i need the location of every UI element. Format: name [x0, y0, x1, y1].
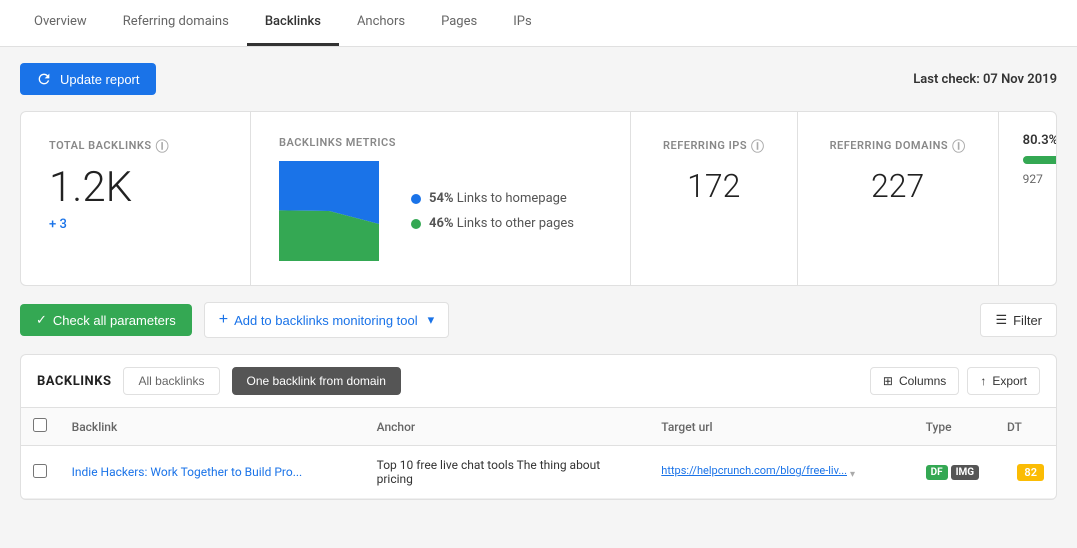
backlinks-metrics-box: BACKLINKS METRICS 54% Links to homepage — [251, 112, 631, 285]
filter-button[interactable]: ☰ Filter — [980, 303, 1057, 337]
pie-chart — [279, 161, 379, 261]
pie-legend: 54% Links to homepage 46% Links to other… — [411, 191, 574, 231]
total-backlinks-box: TOTAL BACKLINKS ⓘ 1.2K + 3 — [21, 112, 251, 285]
dofollow-counts: 927 227 — [1023, 172, 1057, 186]
legend-dot-blue — [411, 194, 421, 204]
table-body: Indie Hackers: Work Together to Build Pr… — [21, 446, 1056, 499]
export-button[interactable]: ↑ Export — [967, 367, 1040, 395]
badge-img: IMG — [951, 465, 980, 480]
tab-overview[interactable]: Overview — [16, 0, 105, 46]
plus-icon: + — [219, 311, 228, 329]
dofollow-header: 80.3% DOFOLLOW/NOFOLLOW ⓘ 19.7% — [1023, 132, 1057, 148]
row-anchor-cell: Top 10 free live chat tools The thing ab… — [365, 446, 650, 499]
tab-referring-domains[interactable]: Referring domains — [105, 0, 247, 46]
columns-icon: ⊞ — [883, 374, 893, 388]
row-checkbox[interactable] — [33, 464, 47, 478]
referring-ips-value: 172 — [663, 167, 765, 205]
legend-dot-green — [411, 219, 421, 229]
col-header-target[interactable]: Target url — [649, 408, 913, 446]
filter-icon: ☰ — [995, 312, 1007, 328]
col-header-check — [21, 408, 60, 446]
col-header-type[interactable]: Type — [914, 408, 995, 446]
referring-domains-label: REFERRING DOMAINS ⓘ — [830, 136, 966, 155]
table-header: Backlink Anchor Target url Type DT — [21, 408, 1056, 446]
target-url-link[interactable]: https://helpcrunch.com/blog/free-liv... — [661, 464, 847, 477]
dofollow-pct-left: 80.3% — [1023, 133, 1057, 148]
table-header-left: BACKLINKS All backlinks One backlink fro… — [37, 367, 401, 395]
dofollow-count-left: 927 — [1023, 172, 1043, 186]
referring-ips-box: REFERRING IPS ⓘ 172 — [631, 112, 798, 285]
row-target-cell: https://helpcrunch.com/blog/free-liv... … — [649, 446, 913, 499]
referring-domains-value: 227 — [830, 167, 966, 205]
tab-anchors[interactable]: Anchors — [339, 0, 423, 46]
table-row: Indie Hackers: Work Together to Build Pr… — [21, 446, 1056, 499]
col-header-dt[interactable]: DT — [995, 408, 1056, 446]
update-report-button[interactable]: Update report — [20, 63, 156, 95]
pie-svg — [279, 161, 379, 261]
backlinks-metrics-label: BACKLINKS METRICS — [279, 136, 602, 149]
legend-homepage: 54% Links to homepage — [411, 191, 574, 206]
referring-ips-label: REFERRING IPS ⓘ — [663, 136, 765, 155]
table-header-right: ⊞ Columns ↑ Export — [870, 367, 1040, 395]
total-backlinks-value: 1.2K — [49, 167, 222, 209]
badge-df: DF — [926, 465, 948, 480]
col-header-anchor[interactable]: Anchor — [365, 408, 650, 446]
table-header-row: BACKLINKS All backlinks One backlink fro… — [21, 355, 1056, 408]
row-type-cell: DF IMG — [914, 446, 995, 499]
backlinks-table-section: BACKLINKS All backlinks One backlink fro… — [20, 354, 1057, 500]
row-checkbox-cell — [21, 446, 60, 499]
tab-all-backlinks[interactable]: All backlinks — [123, 367, 219, 395]
col-header-backlink[interactable]: Backlink — [60, 408, 365, 446]
anchor-text: Top 10 free live chat tools The thing ab… — [377, 458, 601, 486]
tab-one-backlink-domain[interactable]: One backlink from domain — [232, 367, 401, 395]
checkmark-icon: ✓ — [36, 312, 47, 328]
action-row: ✓ Check all parameters + Add to backlink… — [20, 302, 1057, 338]
metrics-inner: 54% Links to homepage 46% Links to other… — [279, 161, 602, 261]
last-check-info: Last check: 07 Nov 2019 — [913, 72, 1057, 87]
select-all-checkbox[interactable] — [33, 418, 47, 432]
export-icon: ↑ — [980, 374, 986, 388]
table-title: BACKLINKS — [37, 374, 111, 389]
dofollow-progress-bar — [1023, 156, 1057, 164]
total-backlinks-delta: + 3 — [49, 217, 222, 232]
tab-ips[interactable]: IPs — [495, 0, 549, 46]
main-content: Update report Last check: 07 Nov 2019 TO… — [0, 47, 1077, 516]
legend-other-pages: 46% Links to other pages — [411, 216, 574, 231]
chevron-down-icon: ▾ — [428, 312, 435, 328]
backlink-link[interactable]: Indie Hackers: Work Together to Build Pr… — [72, 465, 303, 479]
row-backlink-cell: Indie Hackers: Work Together to Build Pr… — [60, 446, 365, 499]
referring-domains-box: REFERRING DOMAINS ⓘ 227 — [798, 112, 999, 285]
check-all-parameters-button[interactable]: ✓ Check all parameters — [20, 304, 192, 336]
table-head: Backlink Anchor Target url Type DT — [21, 408, 1056, 446]
dt-badge: 82 — [1017, 464, 1044, 481]
refresh-icon — [36, 71, 52, 87]
row-dt-cell: 82 — [995, 446, 1056, 499]
add-to-monitoring-button[interactable]: + Add to backlinks monitoring tool ▾ — [204, 302, 449, 338]
action-left: ✓ Check all parameters + Add to backlink… — [20, 302, 449, 338]
top-navigation: Overview Referring domains Backlinks Anc… — [0, 0, 1077, 47]
dofollow-fill-green — [1023, 156, 1057, 164]
referring-ips-info-icon[interactable]: ⓘ — [751, 136, 765, 155]
backlinks-table: Backlink Anchor Target url Type DT Indie… — [21, 408, 1056, 499]
stats-card: TOTAL BACKLINKS ⓘ 1.2K + 3 BACKLINKS MET… — [20, 111, 1057, 286]
toolbar-row: Update report Last check: 07 Nov 2019 — [20, 63, 1057, 95]
tab-pages[interactable]: Pages — [423, 0, 495, 46]
total-backlinks-info-icon[interactable]: ⓘ — [156, 136, 170, 155]
target-url-dropdown-arrow[interactable]: ▾ — [850, 469, 855, 480]
referring-domains-info-icon[interactable]: ⓘ — [952, 136, 966, 155]
total-backlinks-label: TOTAL BACKLINKS ⓘ — [49, 136, 222, 155]
columns-button[interactable]: ⊞ Columns — [870, 367, 959, 395]
dofollow-box: 80.3% DOFOLLOW/NOFOLLOW ⓘ 19.7% 927 227 — [999, 112, 1057, 285]
tab-backlinks[interactable]: Backlinks — [247, 0, 339, 46]
